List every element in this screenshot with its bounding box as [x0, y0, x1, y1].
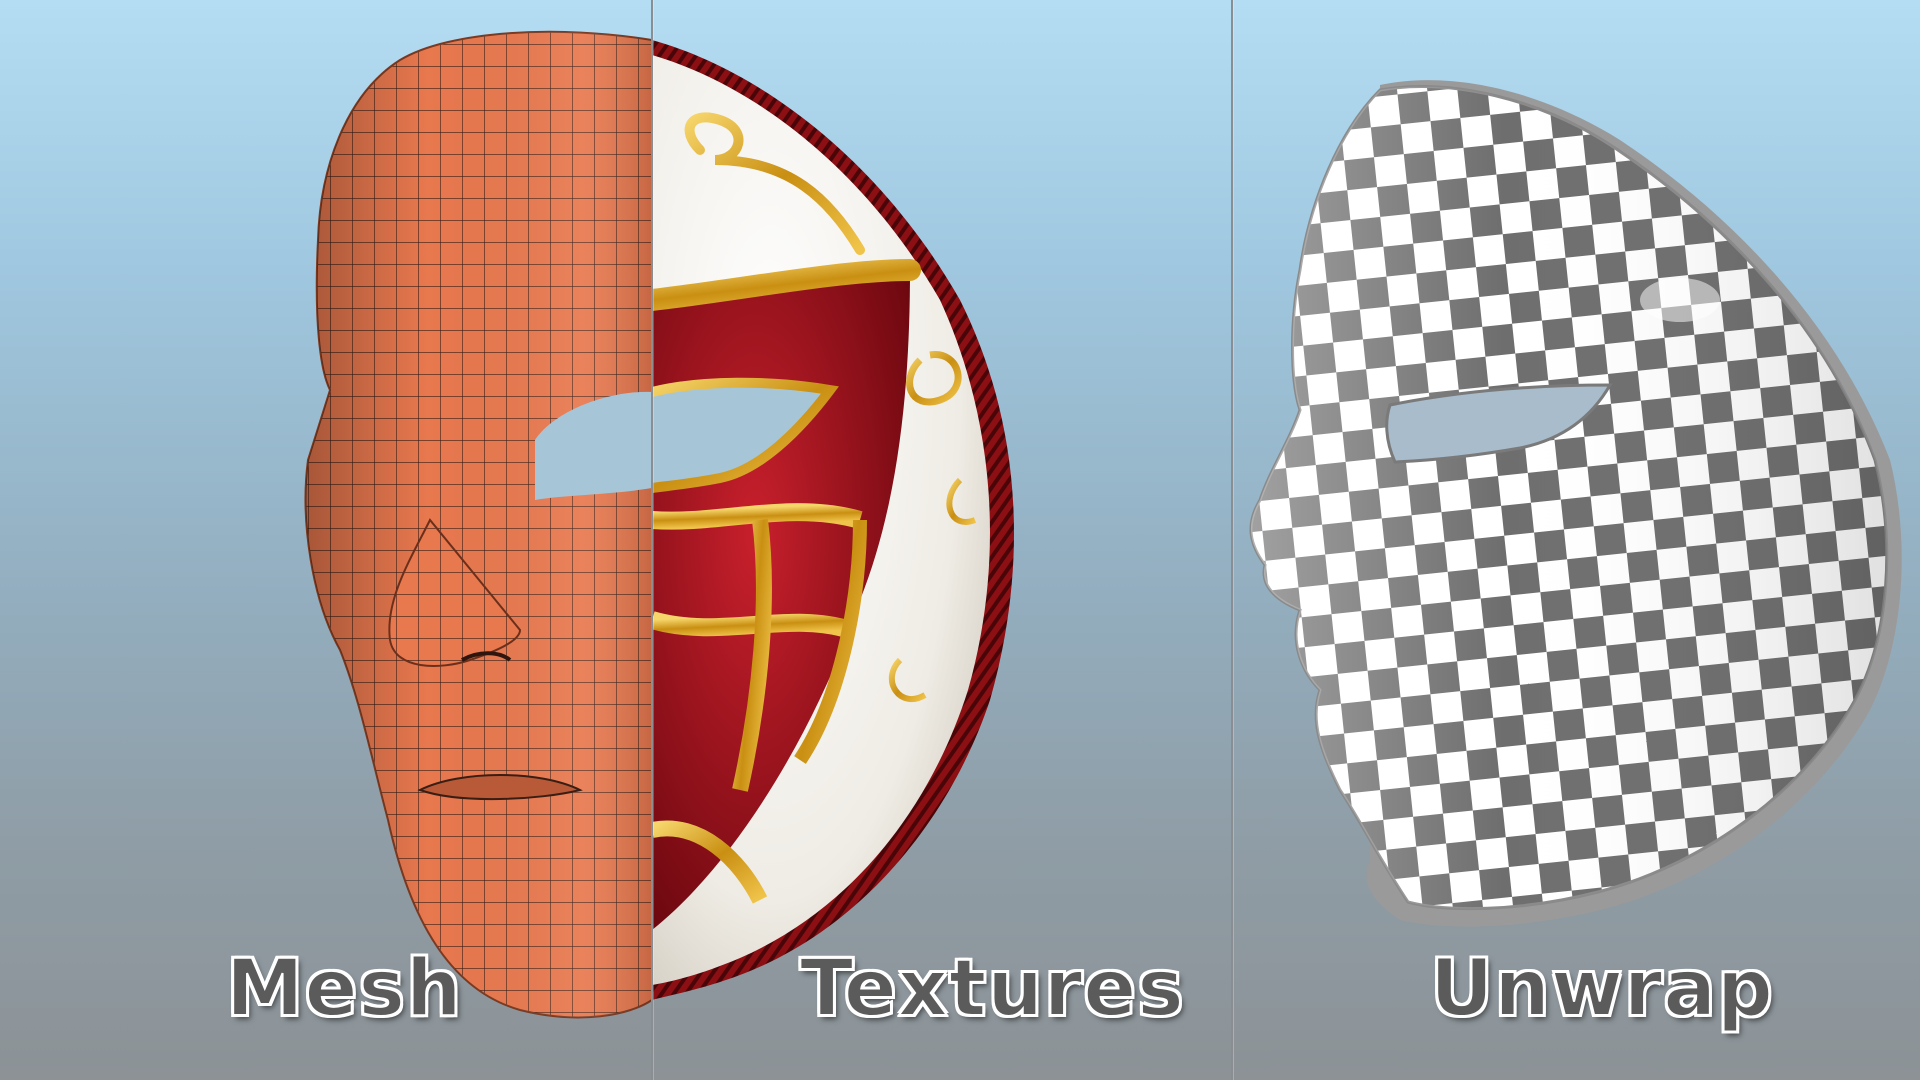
- textured-mask-half: [652, 40, 1014, 1000]
- panel-divider-right: [1231, 0, 1233, 1080]
- caption-unwrap: Unwrap: [1429, 944, 1774, 1034]
- panel-divider-left: [651, 0, 653, 1080]
- mesh-mask-half: [304, 30, 652, 1019]
- caption-textures: Textures: [799, 944, 1185, 1034]
- caption-mesh: Mesh: [225, 944, 463, 1034]
- mask-render-scene: [304, 30, 1902, 1019]
- unwrap-checker-mask: [1249, 80, 1902, 927]
- render-viewport: Mesh Textures Unwrap: [0, 0, 1920, 1080]
